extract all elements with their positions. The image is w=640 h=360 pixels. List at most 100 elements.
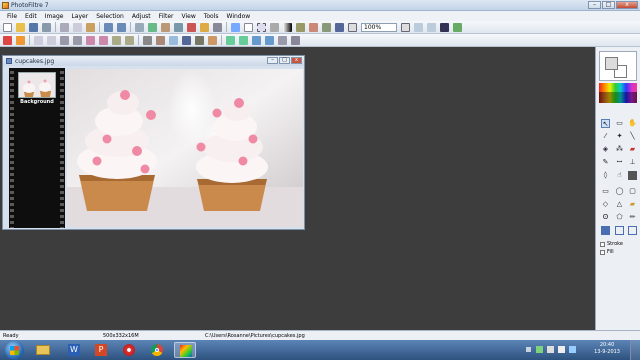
filter-icon[interactable] — [187, 22, 196, 32]
hand-icon[interactable]: ✋ — [628, 119, 637, 128]
select-arrow-icon[interactable]: ↖ — [601, 119, 610, 128]
sepia-icon[interactable] — [156, 35, 165, 45]
show-desktop-button[interactable] — [630, 340, 640, 360]
text-icon[interactable] — [244, 22, 253, 32]
tray-arrow-icon[interactable] — [526, 347, 531, 352]
actual-size-icon[interactable] — [427, 22, 436, 32]
fill-checkbox[interactable] — [600, 249, 605, 255]
menu-file[interactable]: File — [3, 11, 21, 21]
powerpoint-taskbar-icon[interactable]: P — [90, 342, 112, 358]
undo-icon[interactable] — [104, 22, 113, 32]
clock[interactable]: 20:40 13-9-2013 — [594, 342, 620, 356]
cut-icon[interactable] — [60, 22, 69, 32]
gamma-plus-icon[interactable] — [125, 35, 134, 45]
contrast-minus-icon[interactable] — [60, 35, 69, 45]
paste-icon[interactable] — [86, 22, 95, 32]
smudge-icon[interactable]: ☝ — [615, 171, 624, 180]
menu-window[interactable]: Window — [223, 11, 255, 21]
saturation-plus-icon[interactable] — [99, 35, 108, 45]
fill-option[interactable]: Fill — [600, 249, 614, 255]
menu-tools[interactable]: Tools — [200, 11, 223, 21]
layer-icon[interactable] — [231, 22, 240, 32]
scanner-icon[interactable] — [291, 35, 300, 45]
eraser-icon[interactable]: ▰ — [628, 145, 637, 154]
ellipse-shape-icon[interactable]: ◯ — [615, 187, 624, 196]
relief-icon[interactable] — [195, 35, 204, 45]
brush-icon[interactable] — [309, 22, 318, 32]
magic-wand-icon[interactable]: ✦ — [615, 132, 624, 141]
doc-minimize-button[interactable]: – — [267, 57, 278, 64]
saturation-minus-icon[interactable] — [86, 35, 95, 45]
photofiltre-taskbar-icon[interactable] — [174, 342, 196, 358]
crop-icon[interactable] — [161, 22, 170, 32]
gamma-minus-icon[interactable] — [112, 35, 121, 45]
pencil-icon[interactable]: ✎ — [601, 158, 610, 167]
close-button[interactable]: x — [616, 1, 638, 9]
folder-shape-icon[interactable]: ▰ — [628, 200, 637, 209]
fit-window-icon[interactable] — [414, 22, 423, 32]
grayscale-icon[interactable] — [143, 35, 152, 45]
battery-icon[interactable] — [569, 346, 576, 353]
explorer-taskbar-icon[interactable] — [32, 342, 54, 358]
diamond-shape-icon[interactable]: ◇ — [601, 200, 610, 209]
stamp-tool-icon[interactable]: ⊥ — [628, 158, 637, 167]
brightness-minus-icon[interactable] — [34, 35, 43, 45]
auto-level-icon[interactable] — [3, 35, 12, 45]
print-icon[interactable] — [42, 22, 51, 32]
texture-icon[interactable] — [208, 35, 217, 45]
print-preview-icon[interactable] — [278, 35, 287, 45]
maximize-button[interactable]: □ — [602, 1, 615, 9]
brush-tool-icon[interactable]: ꟷ — [615, 158, 624, 167]
pen-icon[interactable]: ✏ — [628, 213, 637, 222]
flag-icon[interactable] — [547, 346, 554, 353]
blur-drop-icon[interactable]: ◊ — [601, 171, 610, 180]
eyedropper-icon[interactable]: ⁄ — [601, 132, 610, 141]
histogram-icon[interactable] — [453, 22, 462, 32]
menu-view[interactable]: View — [177, 11, 199, 21]
volume-icon[interactable] — [558, 346, 565, 353]
layer-thumbnail[interactable] — [18, 72, 56, 98]
full-screen-icon[interactable] — [440, 22, 449, 32]
color-palette-shades[interactable] — [599, 92, 637, 103]
clone-icon[interactable] — [628, 171, 637, 180]
mask-icon[interactable] — [270, 22, 279, 32]
start-button[interactable] — [5, 341, 24, 360]
media-player-taskbar-icon[interactable] — [118, 342, 140, 358]
frame-icon[interactable] — [296, 22, 305, 32]
menu-selection[interactable]: Selection — [92, 11, 128, 21]
minimize-button[interactable]: – — [588, 1, 601, 9]
stroke-option[interactable]: Stroke — [600, 241, 623, 247]
menu-filter[interactable]: Filter — [155, 11, 178, 21]
menu-layer[interactable]: Layer — [67, 11, 92, 21]
doc-maximize-button[interactable]: □ — [279, 57, 290, 64]
rectangle-shape-icon[interactable]: ▭ — [601, 187, 610, 196]
fill-bucket-icon[interactable]: ◈ — [601, 145, 610, 154]
new-file-icon[interactable] — [3, 22, 12, 32]
auto-contrast-icon[interactable] — [16, 35, 25, 45]
mode-1-icon[interactable] — [601, 226, 610, 235]
zoom-select[interactable]: 100% — [361, 22, 397, 32]
doc-close-button[interactable]: x — [291, 57, 302, 64]
save-icon[interactable] — [29, 22, 38, 32]
open-folder-icon[interactable] — [16, 22, 25, 32]
spray-icon[interactable]: ⁂ — [615, 145, 624, 154]
redo-icon[interactable] — [117, 22, 126, 32]
sharpen-icon[interactable] — [182, 35, 191, 45]
image-canvas[interactable] — [67, 69, 303, 227]
stamp-icon[interactable] — [322, 22, 331, 32]
rotate-icon[interactable] — [174, 22, 183, 32]
polygon-icon[interactable]: ⬠ — [615, 213, 624, 222]
foreground-color-swatch[interactable] — [605, 57, 618, 70]
menu-adjust[interactable]: Adjust — [128, 11, 155, 21]
rotate-left-icon[interactable] — [252, 35, 261, 45]
settings-icon[interactable] — [213, 22, 222, 32]
stroke-checkbox[interactable] — [600, 241, 605, 247]
flip-vertical-icon[interactable] — [239, 35, 248, 45]
mode-2-icon[interactable] — [615, 226, 624, 235]
blur-icon[interactable] — [169, 35, 178, 45]
chrome-taskbar-icon[interactable] — [146, 342, 168, 358]
zoom-out-icon[interactable] — [401, 22, 410, 32]
select-image-icon[interactable]: ▭ — [615, 119, 624, 128]
contrast-plus-icon[interactable] — [73, 35, 82, 45]
triangle-shape-icon[interactable]: △ — [615, 200, 624, 209]
